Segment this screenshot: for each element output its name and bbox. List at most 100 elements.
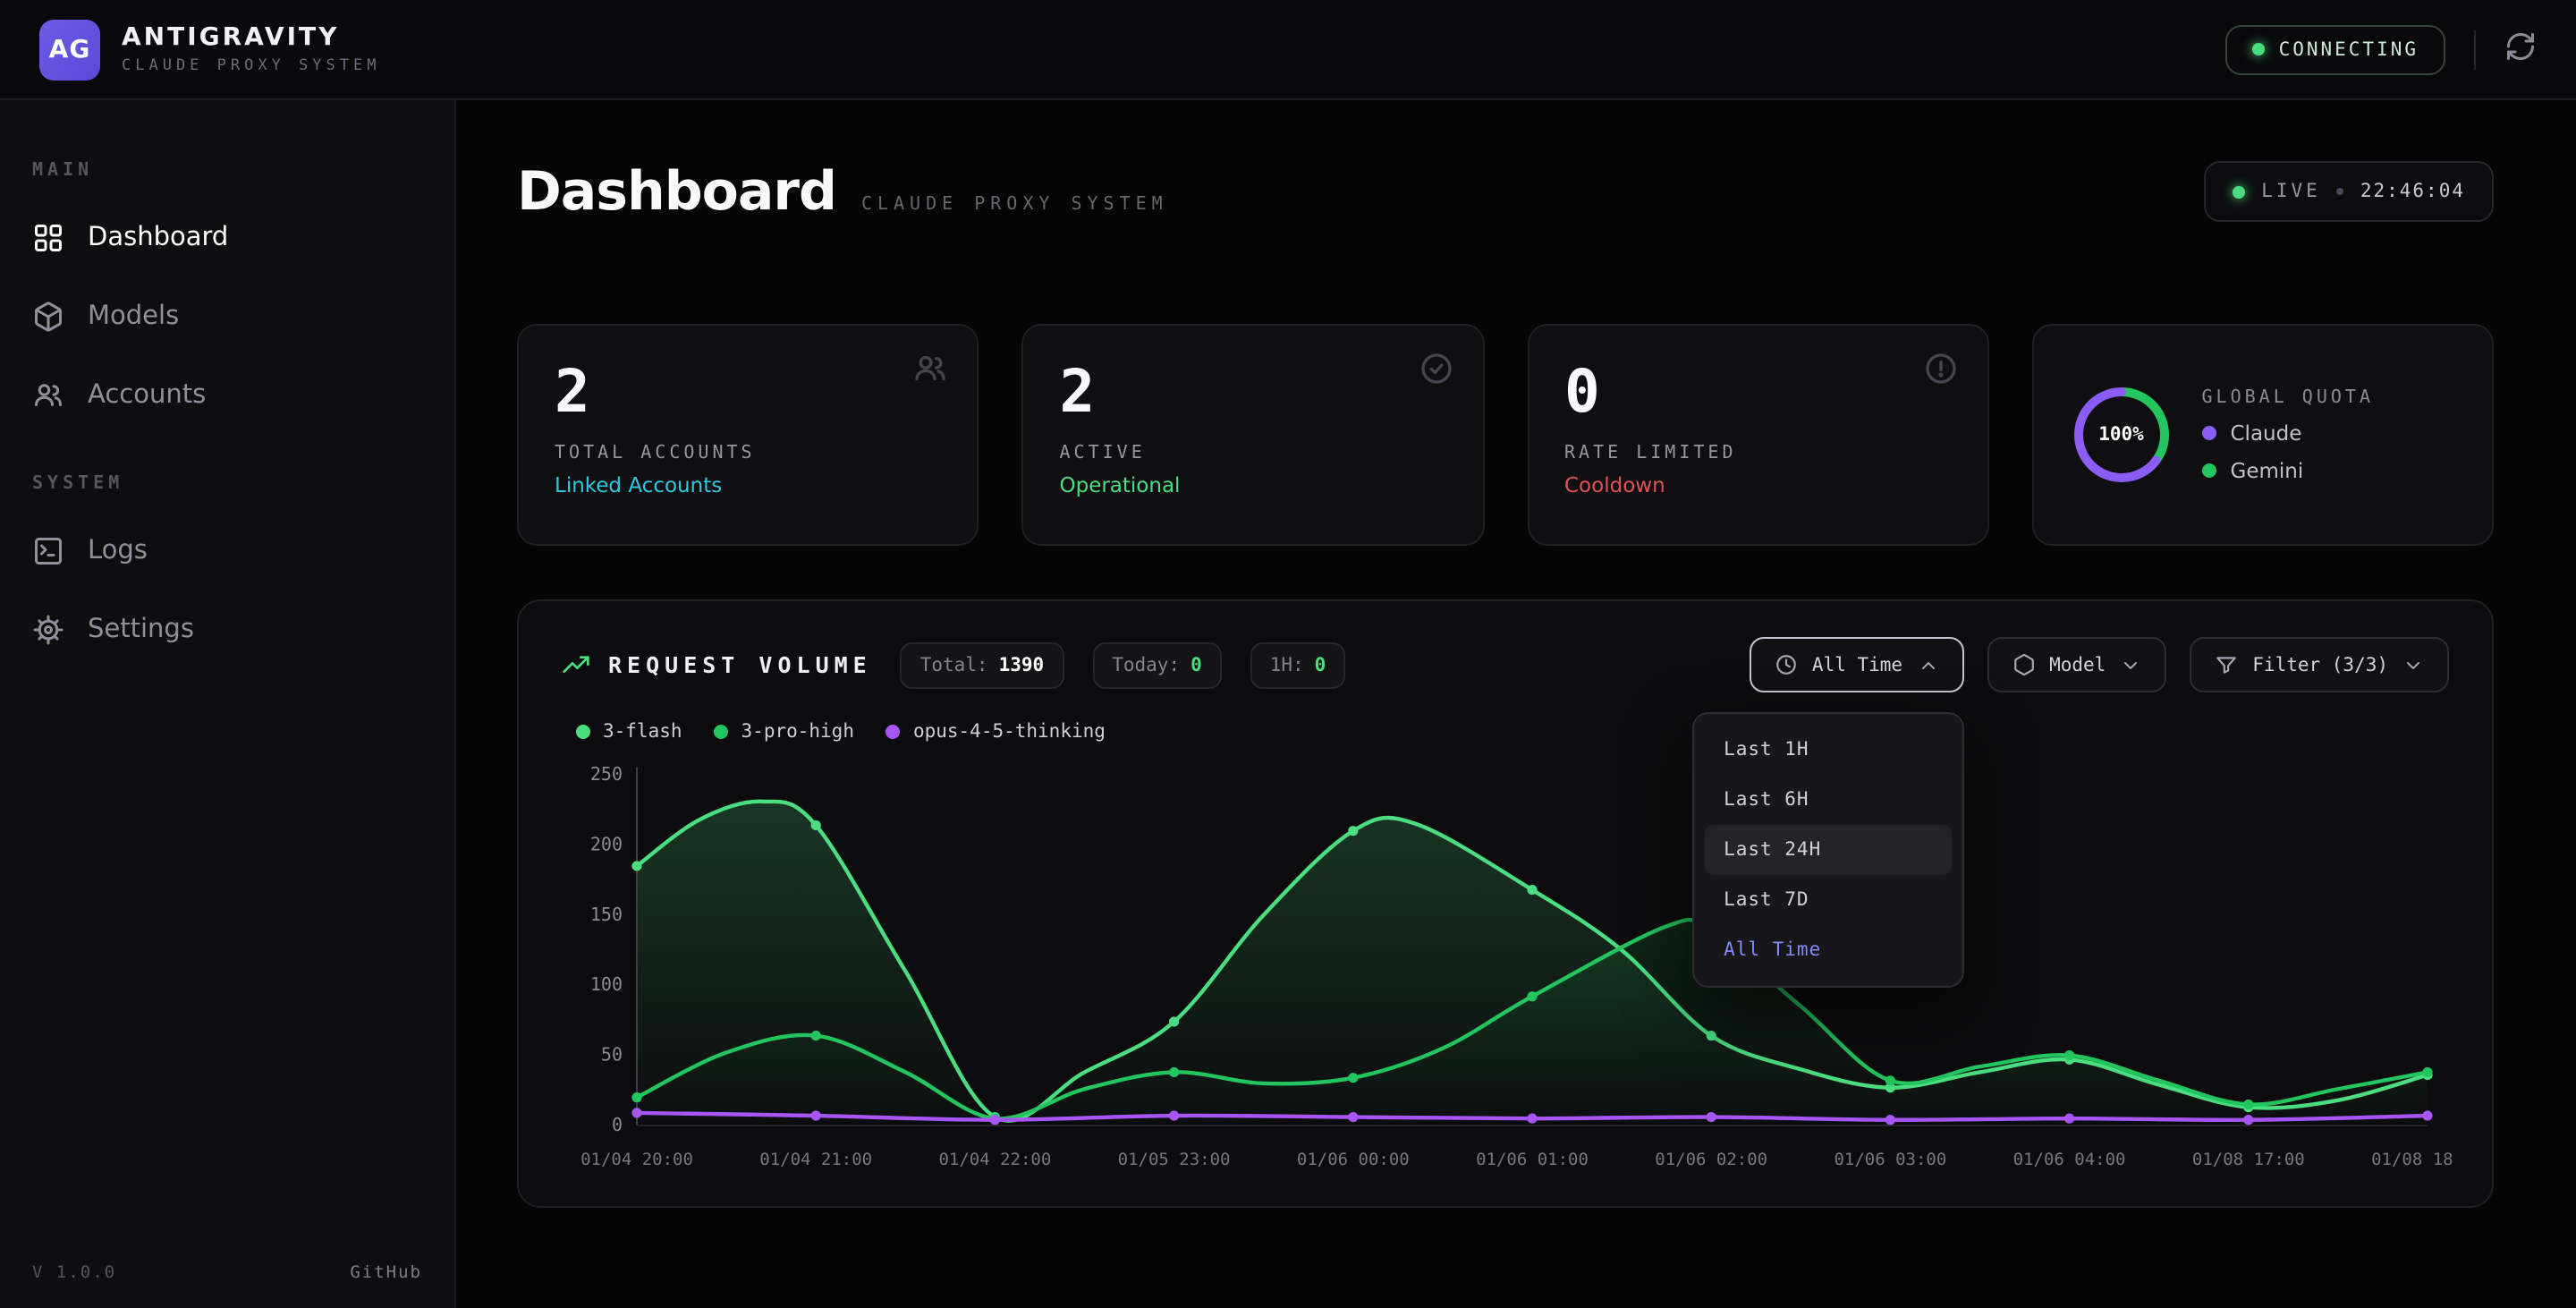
sidebar: MAIN Dashboard Models: [0, 100, 456, 1308]
badge-value: 0: [1315, 654, 1326, 675]
users-icon: [32, 379, 64, 412]
refresh-button[interactable]: [2504, 30, 2537, 68]
time-range-dropdown: Last 1H Last 6H Last 24H Last 7D All Tim…: [1691, 712, 1963, 988]
svg-text:01/06 04:00: 01/06 04:00: [2013, 1150, 2126, 1169]
dropdown-item-last-7d[interactable]: Last 7D: [1704, 875, 1951, 925]
stat-value: 0: [1564, 356, 1952, 426]
live-dot: [2233, 185, 2245, 198]
dropdown-item-last-6h[interactable]: Last 6H: [1704, 775, 1951, 825]
chart-legend-item: 3-flash: [576, 721, 682, 743]
stat-card-rate-limited: 0 RATE LIMITED Cooldown: [1527, 324, 1989, 546]
version-label: V 1.0.0: [32, 1263, 116, 1283]
separator-dot: [2337, 188, 2344, 195]
connection-status-label: CONNECTING: [2279, 38, 2419, 60]
badge-value: 0: [1191, 654, 1202, 675]
today-requests-badge: Today: 0: [1092, 641, 1222, 688]
app-subtitle: CLAUDE PROXY SYSTEM: [122, 57, 380, 75]
funnel-icon: [2215, 653, 2238, 676]
clock-icon: [1775, 653, 1798, 676]
sidebar-item-label: Accounts: [88, 381, 206, 410]
quota-legend-gemini: Gemini: [2202, 457, 2375, 482]
live-label: LIVE: [2261, 181, 2321, 202]
dropdown-item-all-time[interactable]: All Time: [1704, 925, 1951, 975]
model-filter-button[interactable]: Model: [1987, 637, 2166, 692]
svg-text:250: 250: [590, 763, 623, 785]
page-subtitle: CLAUDE PROXY SYSTEM: [861, 195, 1168, 215]
stat-value: 2: [1060, 356, 1447, 426]
svg-text:0: 0: [612, 1114, 623, 1135]
chevron-up-icon: [1917, 654, 1938, 675]
dropdown-item-last-24h[interactable]: Last 24H: [1704, 825, 1951, 875]
total-requests-badge: Total: 1390: [901, 641, 1063, 688]
stat-card-total-accounts: 2 TOTAL ACCOUNTS Linked Accounts: [517, 324, 979, 546]
legend-label: 3-flash: [603, 721, 682, 743]
app-logo: AG: [39, 19, 100, 80]
chart-title: REQUEST VOLUME: [608, 651, 872, 678]
sidebar-item-label: Settings: [88, 616, 194, 644]
live-status-pill: LIVE 22:46:04: [2204, 161, 2494, 222]
svg-text:01/04 21:00: 01/04 21:00: [759, 1150, 872, 1169]
connection-status-pill: CONNECTING: [2225, 24, 2445, 74]
stat-sub: Cooldown: [1564, 472, 1952, 497]
legend-dot: [576, 725, 590, 739]
github-link[interactable]: GitHub: [350, 1263, 422, 1283]
chevron-down-icon: [2120, 654, 2141, 675]
stat-label: TOTAL ACCOUNTS: [555, 444, 942, 463]
svg-text:150: 150: [590, 904, 623, 925]
svg-text:01/06 00:00: 01/06 00:00: [1297, 1150, 1410, 1169]
filter-button-label: Filter (3/3): [2252, 654, 2388, 675]
terminal-icon: [32, 535, 64, 567]
dropdown-item-last-1h[interactable]: Last 1H: [1704, 725, 1951, 775]
brand: AG ANTIGRAVITY CLAUDE PROXY SYSTEM: [39, 19, 380, 80]
svg-text:100: 100: [590, 973, 623, 995]
hour-requests-badge: 1H: 0: [1250, 641, 1346, 688]
alert-circle-icon: [1923, 351, 1959, 394]
time-range-button[interactable]: All Time: [1750, 637, 1963, 692]
cube-icon: [2012, 653, 2035, 676]
svg-text:01/06 01:00: 01/06 01:00: [1476, 1150, 1589, 1169]
sidebar-item-settings[interactable]: Settings: [0, 590, 454, 669]
legend-label: opus-4-5-thinking: [913, 721, 1106, 743]
filter-button[interactable]: Filter (3/3): [2190, 637, 2449, 692]
stat-sub: Linked Accounts: [555, 472, 942, 497]
stat-label: ACTIVE: [1060, 444, 1447, 463]
badge-value: 1390: [999, 654, 1045, 675]
app-window: AG ANTIGRAVITY CLAUDE PROXY SYSTEM CONNE…: [0, 0, 2576, 1308]
quota-percent: 100%: [2070, 383, 2174, 487]
stat-label: RATE LIMITED: [1564, 444, 1952, 463]
live-clock: 22:46:04: [2360, 181, 2465, 202]
chart-legend-item: 3-pro-high: [715, 721, 854, 743]
time-range-label: All Time: [1812, 654, 1902, 675]
svg-text:01/04 22:00: 01/04 22:00: [938, 1150, 1051, 1169]
app-title: ANTIGRAVITY: [122, 23, 380, 52]
stat-sub: Operational: [1060, 472, 1447, 497]
cube-icon: [32, 301, 64, 333]
sidebar-item-label: Models: [88, 302, 179, 331]
sidebar-item-dashboard[interactable]: Dashboard: [0, 199, 454, 277]
sidebar-item-accounts[interactable]: Accounts: [0, 356, 454, 435]
divider: [2474, 30, 2476, 69]
stat-card-active: 2 ACTIVE Operational: [1022, 324, 1485, 546]
gear-icon: [32, 614, 64, 646]
quota-label: GLOBAL QUOTA: [2202, 387, 2375, 407]
sidebar-item-logs[interactable]: Logs: [0, 512, 454, 590]
topbar: AG ANTIGRAVITY CLAUDE PROXY SYSTEM CONNE…: [0, 0, 2576, 100]
svg-text:01/08 18:00: 01/08 18:00: [2371, 1150, 2453, 1169]
svg-text:01/08 17:00: 01/08 17:00: [2192, 1150, 2305, 1169]
legend-label: 3-pro-high: [741, 721, 854, 743]
users-icon: [913, 351, 949, 394]
svg-text:01/06 02:00: 01/06 02:00: [1655, 1150, 1767, 1169]
badge-label: Today:: [1112, 654, 1180, 675]
request-volume-panel: REQUEST VOLUME Total: 1390 Today: 0 1H: …: [517, 599, 2494, 1208]
legend-dot: [715, 725, 729, 739]
sidebar-item-models[interactable]: Models: [0, 277, 454, 356]
status-dot: [2252, 43, 2265, 55]
legend-label: Gemini: [2231, 457, 2304, 482]
page-title: Dashboard: [517, 161, 836, 224]
stat-card-global-quota: 100% GLOBAL QUOTA Claude Gemini: [2032, 324, 2495, 546]
svg-text:01/05 23:00: 01/05 23:00: [1118, 1150, 1231, 1169]
quota-legend-claude: Claude: [2202, 420, 2375, 445]
chart-legend-item: opus-4-5-thinking: [886, 721, 1106, 743]
sidebar-item-label: Logs: [88, 537, 148, 565]
svg-text:200: 200: [590, 833, 623, 854]
